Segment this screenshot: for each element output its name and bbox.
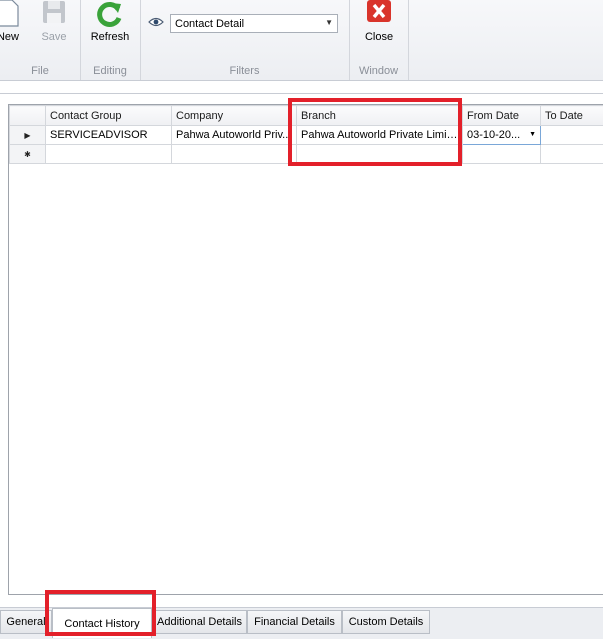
new-label: New bbox=[0, 31, 28, 43]
contact-history-grid[interactable]: Contact Group Company Branch From Date T… bbox=[8, 104, 603, 595]
eye-icon bbox=[148, 17, 164, 27]
new-button[interactable]: New bbox=[0, 0, 28, 48]
chevron-down-icon[interactable]: ▼ bbox=[529, 131, 536, 138]
from-date-value: 03-10-20... bbox=[467, 129, 520, 141]
column-header-to-date[interactable]: To Date bbox=[541, 106, 603, 126]
new-cell-branch[interactable] bbox=[297, 145, 463, 164]
ribbon-group-file: New Save File bbox=[0, 0, 81, 80]
chevron-down-icon: ▼ bbox=[325, 18, 333, 27]
close-icon bbox=[366, 0, 392, 24]
grid-header-row: Contact Group Company Branch From Date T… bbox=[10, 106, 603, 126]
tab-general[interactable]: General bbox=[0, 610, 52, 634]
refresh-label: Refresh bbox=[90, 31, 130, 43]
filters-group-label: Filters bbox=[140, 65, 349, 77]
grid-table: Contact Group Company Branch From Date T… bbox=[9, 105, 603, 164]
new-cell-contact-group[interactable] bbox=[46, 145, 172, 164]
cell-to-date[interactable] bbox=[541, 126, 603, 145]
save-disk-icon bbox=[41, 0, 67, 26]
tab-custom-details[interactable]: Custom Details bbox=[342, 610, 430, 634]
ribbon-toolbar: New Save File Refresh Editing Filters bbox=[0, 0, 603, 81]
column-header-from-date[interactable]: From Date bbox=[463, 106, 541, 126]
ribbon-group-window: Close Window bbox=[349, 0, 409, 80]
new-cell-to-date[interactable] bbox=[541, 145, 603, 164]
current-row-indicator-icon: ▶ bbox=[10, 126, 46, 145]
cell-branch[interactable]: Pahwa Autoworld Private Limit... bbox=[297, 126, 463, 145]
refresh-icon bbox=[96, 0, 124, 28]
cell-company[interactable]: Pahwa Autoworld Priv... bbox=[172, 126, 297, 145]
save-button[interactable]: Save bbox=[34, 0, 74, 48]
filter-select[interactable]: Contact Detail ▼ bbox=[170, 14, 338, 33]
table-row[interactable]: ▶ SERVICEADVISOR Pahwa Autoworld Priv...… bbox=[10, 126, 603, 145]
filter-select-value: Contact Detail bbox=[175, 18, 244, 30]
cell-from-date[interactable]: 03-10-20... ▼ bbox=[463, 126, 541, 145]
new-cell-company[interactable] bbox=[172, 145, 297, 164]
row-indicator-header bbox=[10, 106, 46, 126]
file-group-label: File bbox=[0, 65, 80, 77]
close-label: Close bbox=[359, 31, 399, 43]
tab-contact-history[interactable]: Contact History bbox=[52, 608, 152, 638]
column-header-company[interactable]: Company bbox=[172, 106, 297, 126]
window-group-label: Window bbox=[349, 65, 408, 77]
new-cell-from-date[interactable] bbox=[463, 145, 541, 164]
tab-financial-details[interactable]: Financial Details bbox=[247, 610, 342, 634]
tab-strip: General Contact History Additional Detai… bbox=[0, 607, 603, 639]
new-row-asterisk-icon: ✱ bbox=[10, 145, 46, 164]
tab-additional-details[interactable]: Additional Details bbox=[152, 610, 247, 634]
refresh-button[interactable]: Refresh bbox=[90, 0, 130, 48]
new-document-icon bbox=[0, 0, 21, 28]
separator-line bbox=[0, 93, 603, 94]
column-header-branch[interactable]: Branch bbox=[297, 106, 463, 126]
save-label: Save bbox=[34, 31, 74, 43]
close-button[interactable]: Close bbox=[359, 0, 399, 48]
ribbon-group-filters: Filters bbox=[140, 0, 350, 80]
editing-group-label: Editing bbox=[80, 65, 140, 77]
ribbon-group-editing: Refresh Editing bbox=[80, 0, 141, 80]
column-header-contact-group[interactable]: Contact Group bbox=[46, 106, 172, 126]
new-row[interactable]: ✱ bbox=[10, 145, 603, 164]
cell-contact-group[interactable]: SERVICEADVISOR bbox=[46, 126, 172, 145]
